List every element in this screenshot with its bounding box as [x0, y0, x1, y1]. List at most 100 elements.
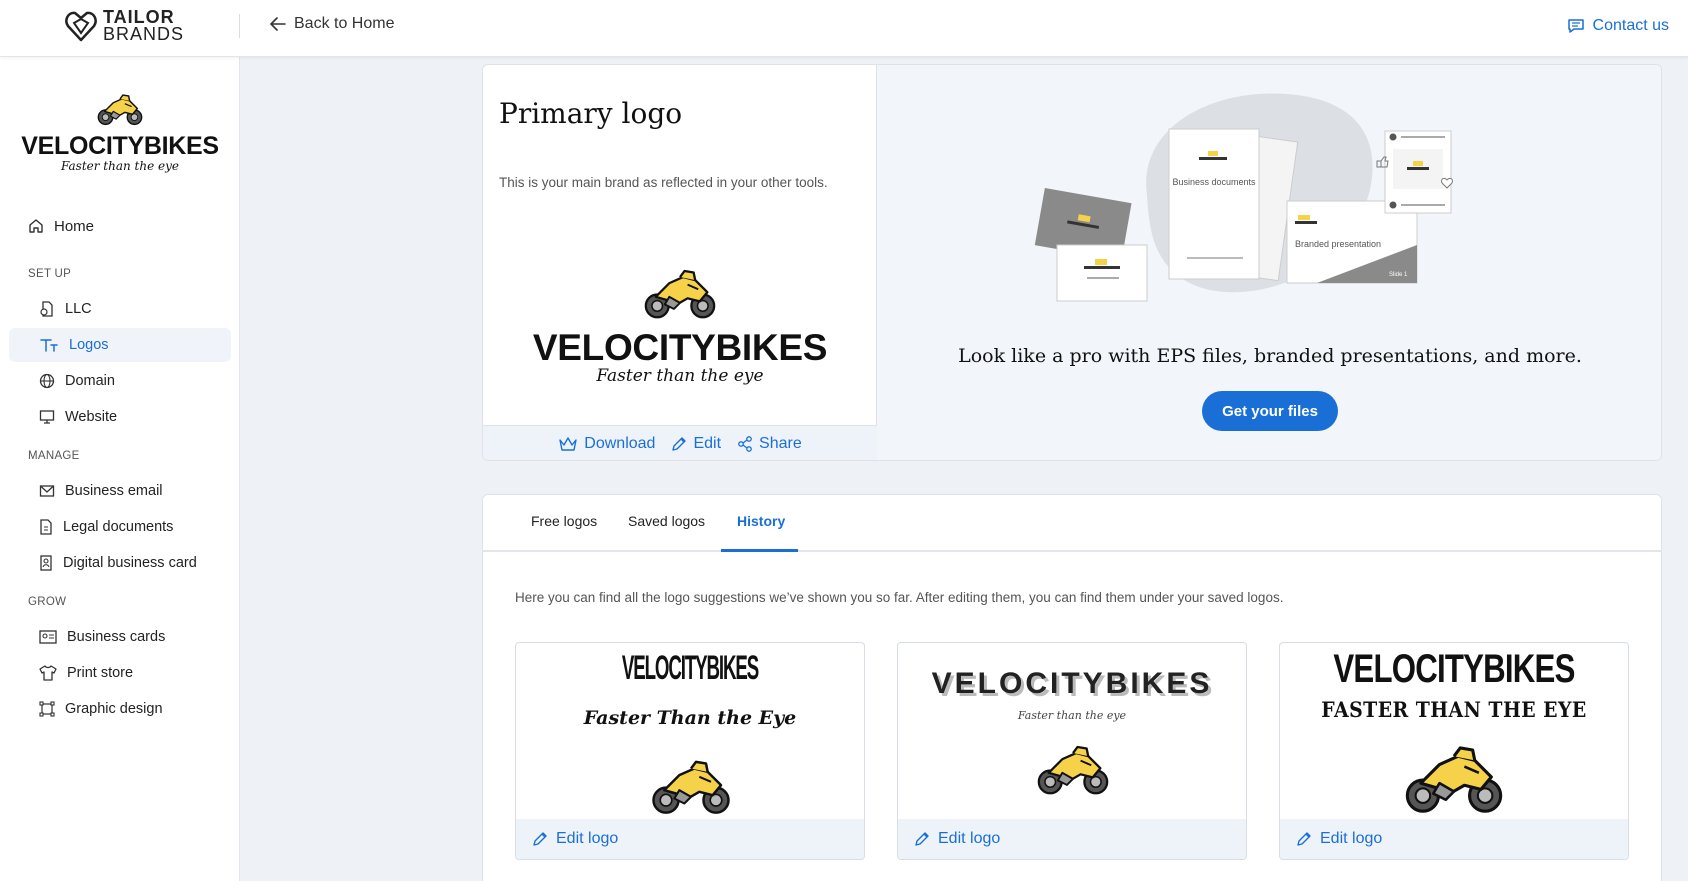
- files-promo-headline: Look like a pro with EPS files, branded …: [958, 345, 1582, 367]
- sidebar-item-label: Domain: [65, 373, 115, 389]
- brand-wordmark: TAILOR BRANDS: [103, 8, 185, 44]
- sidebar-item-label: Digital business card: [63, 555, 197, 571]
- history-logo-card[interactable]: VELOCITYBIKES FASTER THAN THE EYE Edit l…: [1279, 642, 1629, 860]
- motorcycle-icon: [652, 760, 730, 814]
- back-to-home-link[interactable]: Back to Home: [270, 15, 394, 33]
- sidebar-item-digital-business-card[interactable]: Digital business card: [9, 546, 231, 580]
- logo-history-card: Free logos Saved logos History Here you …: [482, 494, 1662, 881]
- primary-logo-name: VELOCITYBIKES: [532, 327, 828, 368]
- sidebar-brand-tagline: Faster than the eye: [61, 159, 179, 173]
- files-promo-panel: Business documents Branded presentation …: [877, 65, 1661, 460]
- edit-label: Edit: [693, 435, 722, 452]
- logo-tabs: Free logos Saved logos History: [483, 495, 1661, 552]
- sidebar-item-legal-documents[interactable]: Legal documents: [9, 510, 231, 544]
- top-bar: TAILOR BRANDS Back to Home Contact us: [0, 0, 1688, 57]
- slide-number-mock-text: Slide 1: [1389, 272, 1408, 278]
- brand-line-2: BRANDS: [103, 24, 185, 44]
- sidebar-brand-name: VELOCITYBIKES: [21, 132, 219, 160]
- history-logo-card[interactable]: VELOCITYBIKES Faster Than the Eye Edit l…: [515, 642, 865, 860]
- contact-us-label: Contact us: [1592, 17, 1669, 34]
- tshirt-icon: [39, 665, 57, 681]
- id-card-icon: [40, 555, 52, 571]
- section-heading-setup: SET UP: [28, 268, 72, 280]
- sidebar-item-label: LLC: [65, 301, 92, 317]
- sidebar-item-label: Logos: [69, 337, 109, 353]
- motorcycle-icon: [1405, 746, 1503, 813]
- pencil-icon: [1297, 832, 1311, 846]
- edit-logo-button[interactable]: Edit logo: [898, 819, 1246, 859]
- get-your-files-button[interactable]: Get your files: [1202, 391, 1338, 431]
- tab-history[interactable]: History: [737, 513, 785, 529]
- edit-logo-label: Edit logo: [938, 830, 1001, 847]
- arrow-left-icon: [270, 17, 286, 31]
- motorcycle-icon: [97, 94, 143, 126]
- edit-logo-button[interactable]: Edit logo: [1280, 819, 1628, 859]
- contact-us-link[interactable]: Contact us: [1567, 17, 1669, 35]
- download-label: Download: [584, 435, 656, 452]
- globe-icon: [39, 373, 55, 389]
- sidebar-item-label: Legal documents: [63, 519, 174, 535]
- share-icon: [738, 436, 752, 452]
- history-logo-card[interactable]: VELOCITYBIKES Faster than the eye Edit l…: [897, 642, 1247, 860]
- primary-logo-preview: VELOCITYBIKES Faster than the eye: [483, 265, 877, 386]
- tab-free-logos[interactable]: Free logos: [531, 513, 597, 529]
- document-icon: [40, 301, 53, 317]
- chat-icon: [1567, 19, 1584, 33]
- pencil-icon: [672, 437, 687, 451]
- active-tab-indicator: [721, 549, 798, 552]
- primary-logo-panel: Primary logo This is your main brand as …: [483, 65, 877, 460]
- section-heading-manage: MANAGE: [28, 450, 80, 462]
- sidebar-item-label: Business cards: [67, 629, 166, 645]
- branded-presentation-mock-text: Branded presentation: [1295, 239, 1381, 249]
- crown-icon: [559, 437, 577, 451]
- logo-card-tagline: FASTER THAN THE EYE: [1321, 697, 1587, 722]
- tab-saved-logos[interactable]: Saved logos: [628, 513, 705, 529]
- history-description: Here you can find all the logo suggestio…: [515, 590, 1284, 605]
- edit-logo-label: Edit logo: [1320, 830, 1383, 847]
- share-button[interactable]: Share: [737, 435, 802, 453]
- share-label: Share: [759, 435, 802, 452]
- motorcycle-icon: [1037, 745, 1109, 795]
- sidebar-item-label: Website: [65, 409, 118, 425]
- sidebar-item-graphic-design[interactable]: Graphic design: [9, 692, 231, 726]
- edit-button[interactable]: Edit: [671, 435, 721, 453]
- logo-card-tagline: Faster than the eye: [1017, 709, 1127, 722]
- sidebar-brand-logo: VELOCITYBIKES Faster than the eye: [0, 91, 240, 173]
- edit-logo-button[interactable]: Edit logo: [516, 819, 864, 859]
- crop-frame-icon: [39, 701, 55, 717]
- primary-logo-actions: Download Edit Share: [483, 425, 877, 460]
- sidebar-item-label: Business email: [65, 483, 163, 499]
- sidebar-item-logos[interactable]: Logos: [9, 328, 231, 362]
- text-icon: [40, 339, 58, 352]
- primary-logo-card: Primary logo This is your main brand as …: [482, 64, 1662, 461]
- business-card-icon: [39, 630, 57, 644]
- sidebar-item-business-email[interactable]: Business email: [9, 474, 231, 508]
- brand-assets-illustration: Business documents Branded presentation …: [1034, 93, 1453, 302]
- legal-doc-icon: [40, 519, 52, 535]
- home-icon: [29, 219, 43, 233]
- logo-card-name: VELOCITYBIKES: [621, 649, 759, 687]
- business-documents-mock-text: Business documents: [1172, 177, 1256, 187]
- edit-logo-label: Edit logo: [556, 830, 619, 847]
- sidebar-item-print-store[interactable]: Print store: [9, 656, 231, 690]
- sidebar-item-llc[interactable]: LLC: [9, 292, 231, 326]
- sidebar-item-home[interactable]: Home: [9, 209, 231, 243]
- mail-icon: [39, 485, 55, 497]
- back-to-home-label: Back to Home: [294, 15, 395, 32]
- monitor-icon: [39, 410, 55, 424]
- tailor-brands-logo[interactable]: TAILOR BRANDS: [65, 8, 185, 44]
- download-button[interactable]: Download: [558, 435, 655, 453]
- pencil-icon: [915, 832, 929, 846]
- sidebar-item-domain[interactable]: Domain: [9, 364, 231, 398]
- sidebar-item-website[interactable]: Website: [9, 400, 231, 434]
- logo-card-name: VELOCITYBIKES: [931, 667, 1213, 700]
- heart-shield-icon: [65, 11, 97, 42]
- sidebar: VELOCITYBIKES Faster than the eye Home S…: [0, 57, 240, 881]
- page-title: Primary logo: [499, 97, 683, 130]
- sidebar-item-label: Graphic design: [65, 701, 163, 717]
- sidebar-item-business-cards[interactable]: Business cards: [9, 620, 231, 654]
- pencil-icon: [533, 832, 547, 846]
- sidebar-item-label: Print store: [67, 665, 134, 681]
- primary-logo-description: This is your main brand as reflected in …: [499, 175, 828, 190]
- sidebar-item-label: Home: [54, 217, 95, 235]
